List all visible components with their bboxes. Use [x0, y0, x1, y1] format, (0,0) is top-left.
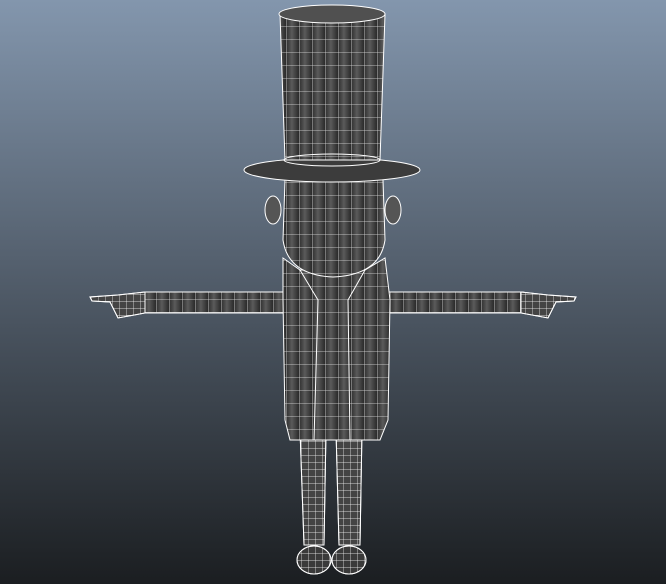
hat-brim [243, 157, 421, 183]
coat [282, 257, 391, 441]
viewport-canvas[interactable] [0, 0, 666, 584]
3d-viewport[interactable] [0, 0, 666, 584]
head [282, 165, 386, 278]
